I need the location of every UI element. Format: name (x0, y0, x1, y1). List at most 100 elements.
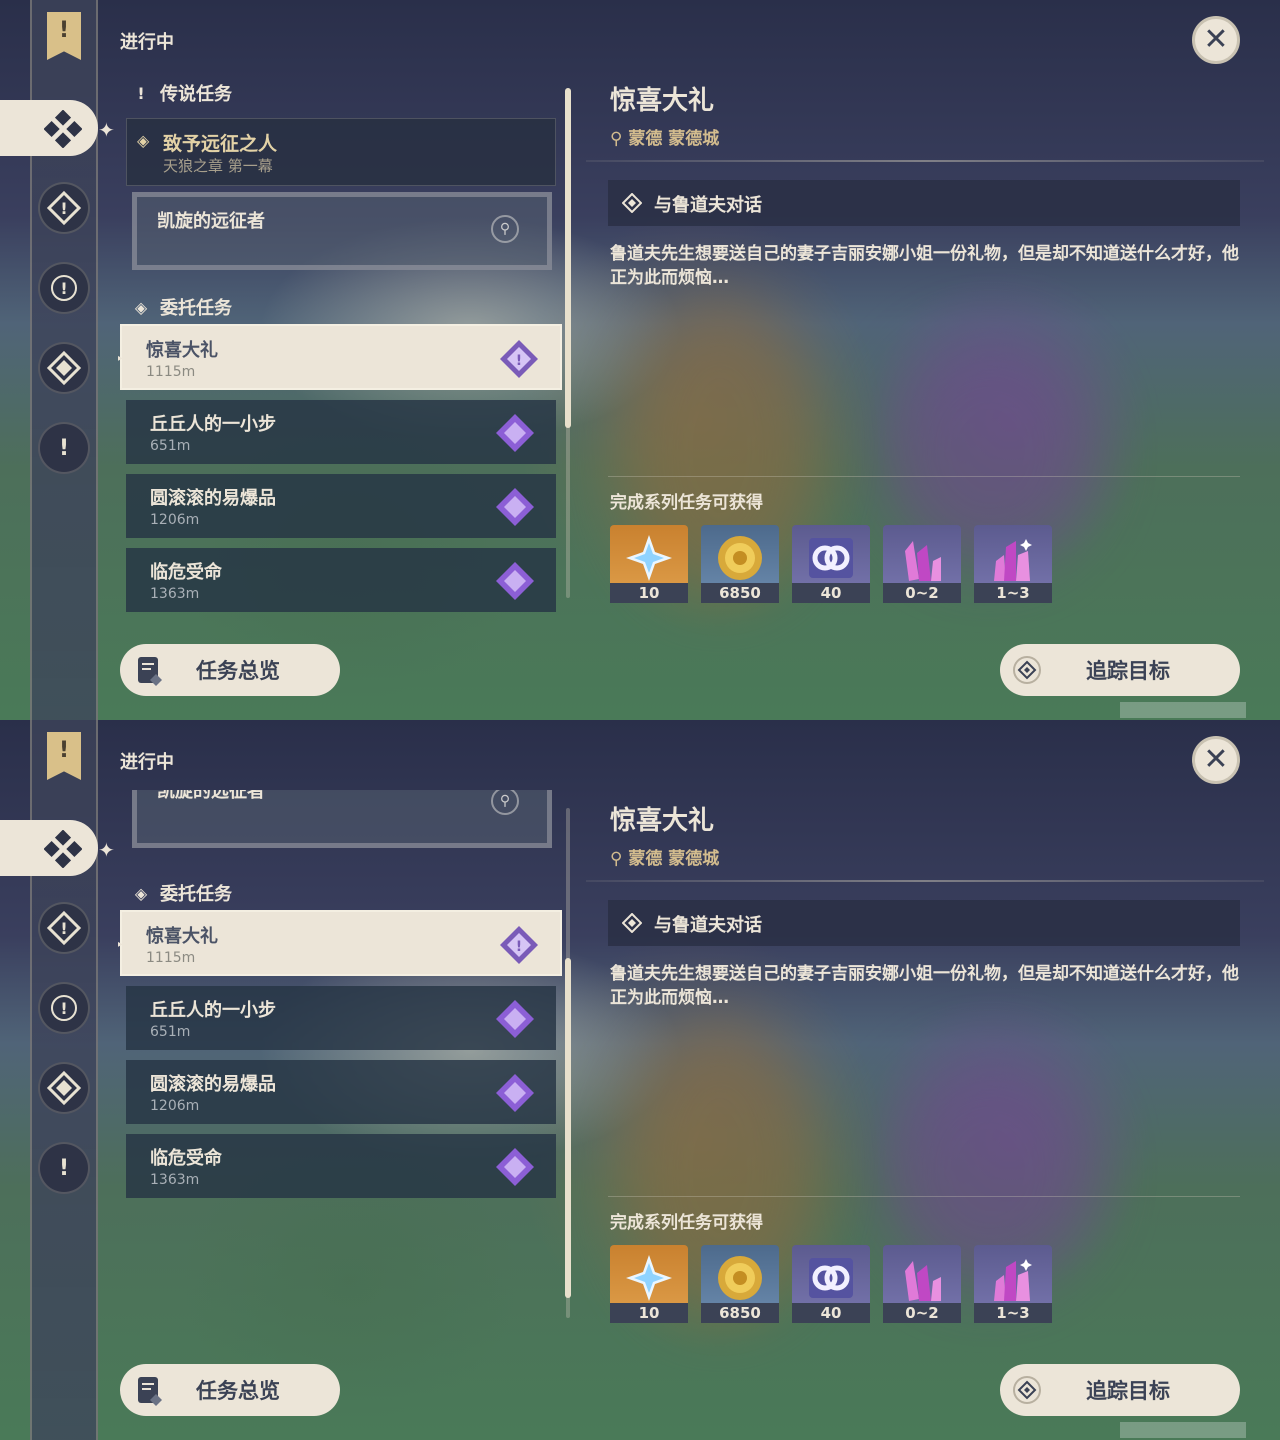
selected-arrow-icon: ▶ (118, 350, 123, 366)
subquest-name: 凯旋的远征者 (157, 790, 265, 802)
sidebar-item-world[interactable] (38, 342, 90, 394)
quest-list[interactable]: 凯旋的远征者 ⚲ ◈ 委托任务 ▶ 惊喜大礼 1115m ! 丘丘人的一小步 6… (118, 790, 568, 1340)
reward-count: 40 (792, 1303, 870, 1323)
sidebar-item-story[interactable]: ! (38, 262, 90, 314)
exclamation-icon: ! (58, 435, 70, 461)
section-commission-header: ◈ 委托任务 (132, 880, 232, 906)
svg-text:!: ! (60, 999, 67, 1018)
location-pin-icon: ⚲ (610, 849, 629, 869)
detail-location: ⚲ 蒙德 蒙德城 (610, 124, 719, 149)
sidebar-item-world[interactable] (38, 1062, 90, 1114)
reward-count: 1~3 (974, 1303, 1052, 1323)
sidebar-item-archon[interactable]: ! (38, 902, 90, 954)
quest-overview-button[interactable]: 任务总览 (120, 644, 340, 696)
close-button[interactable]: ✕ (1192, 736, 1240, 784)
header-title: 进行中 (120, 752, 174, 773)
commission-icon (44, 830, 82, 868)
quest-distance: 1363m (150, 586, 200, 602)
close-icon: ✕ (1203, 742, 1229, 777)
reward-item[interactable]: 0~2 (883, 525, 961, 603)
quest-item[interactable]: 临危受命 1363m (126, 548, 556, 612)
legend-quest-name: 致予远征之人 (163, 133, 278, 155)
crystal-cluster-icon (994, 1259, 1032, 1301)
sidebar-item-story[interactable]: ! (38, 982, 90, 1034)
quest-item[interactable]: 圆滚滚的易爆品 1206m (126, 1060, 556, 1124)
sparkle-icon: ✦ (98, 838, 115, 862)
reward-item[interactable]: 0~2 (883, 1245, 961, 1323)
commission-quest-icon (496, 562, 534, 600)
objective-icon (622, 913, 642, 933)
commission-list: ▶ 惊喜大礼 1115m ! 丘丘人的一小步 651m 圆滚滚的易爆品 1206… (118, 324, 568, 620)
legend-subquest-card[interactable]: 凯旋的远征者 ⚲ (132, 790, 552, 848)
track-icon (1013, 656, 1041, 684)
location-pin-icon[interactable]: ⚲ (491, 790, 519, 815)
quest-item[interactable]: 丘丘人的一小步 651m (126, 400, 556, 464)
story-quest-icon: ! (51, 995, 77, 1021)
sidebar-item-commission[interactable] (0, 100, 98, 156)
scroll-thumb[interactable] (565, 958, 571, 1298)
rewards-title: 完成系列任务可获得 (610, 1213, 763, 1233)
primogem-icon (626, 535, 672, 581)
quest-list-scrollbar[interactable] (565, 88, 571, 598)
reward-item[interactable]: 6850 (701, 525, 779, 603)
reward-item[interactable]: 6850 (701, 1245, 779, 1323)
reward-item[interactable]: 10 (610, 525, 688, 603)
crystal-cluster-icon (994, 539, 1032, 581)
legend-subquest-card[interactable]: 凯旋的远征者 ⚲ (132, 192, 552, 270)
track-icon (1013, 1376, 1041, 1404)
uid-strip (1120, 702, 1246, 718)
detail-divider (586, 160, 1264, 162)
crystal-chunk-icon (905, 1261, 941, 1301)
objective-icon (622, 193, 642, 213)
quest-overview-button[interactable]: 任务总览 (120, 1364, 340, 1416)
reward-count: 10 (610, 1303, 688, 1323)
quest-item[interactable]: ▶ 惊喜大礼 1115m ! (118, 324, 562, 390)
section-commission-header: ◈ 委托任务 (132, 294, 232, 320)
reward-count: 40 (792, 583, 870, 603)
track-target-button[interactable]: 追踪目标 (1000, 644, 1240, 696)
quest-distance: 1363m (150, 1172, 200, 1188)
button-label: 追踪目标 (1086, 1379, 1170, 1403)
reward-item[interactable]: 1~3 (974, 525, 1052, 603)
quest-item[interactable]: ▶ 惊喜大礼 1115m ! (118, 910, 562, 976)
reward-count: 10 (610, 583, 688, 603)
detail-location: ⚲ 蒙德 蒙德城 (610, 844, 719, 869)
legend-quest-card[interactable]: ◈ 致予远征之人 天狼之章 第一幕 (126, 118, 556, 186)
quest-name: 圆滚滚的易爆品 (150, 488, 276, 509)
commission-quest-icon (496, 1000, 534, 1038)
archon-quest-icon: ! (46, 190, 82, 226)
sidebar-item-commission[interactable] (0, 820, 98, 876)
reward-item[interactable]: 1~3 (974, 1245, 1052, 1323)
reward-count: 0~2 (883, 583, 961, 603)
reward-item[interactable]: 40 (792, 525, 870, 603)
quest-distance: 1206m (150, 1098, 200, 1114)
world-quest-icon (46, 1070, 82, 1106)
quest-item[interactable]: 丘丘人的一小步 651m (126, 986, 556, 1050)
quest-distance: 651m (150, 438, 191, 454)
reward-item[interactable]: 40 (792, 1245, 870, 1323)
sidebar-item-archon[interactable]: ! (38, 182, 90, 234)
commission-icon (44, 110, 82, 148)
close-button[interactable]: ✕ (1192, 16, 1240, 64)
section-legend-header: ! 传说任务 (132, 80, 232, 106)
rewards-list: 10 6850 40 0~2 1~3 (610, 525, 1052, 603)
reward-count: 6850 (701, 583, 779, 603)
quest-item[interactable]: 圆滚滚的易爆品 1206m (126, 474, 556, 538)
companionship-exp-icon (809, 538, 853, 578)
location-pin-icon[interactable]: ⚲ (491, 215, 519, 243)
track-target-button[interactable]: 追踪目标 (1000, 1364, 1240, 1416)
reward-count: 6850 (701, 1303, 779, 1323)
sidebar-item-events[interactable]: ! (38, 1142, 90, 1194)
quest-item[interactable]: 临危受命 1363m (126, 1134, 556, 1198)
quest-name: 临危受命 (150, 1148, 222, 1169)
quest-marker-icon: ◈ (137, 131, 150, 150)
quest-list[interactable]: ! 传说任务 ◈ 致予远征之人 天狼之章 第一幕 凯旋的远征者 ⚲ ◈ 委托任务… (118, 70, 568, 620)
sidebar-item-events[interactable]: ! (38, 422, 90, 474)
button-label: 任务总览 (196, 659, 280, 683)
quest-list-scrollbar[interactable] (565, 808, 571, 1318)
reward-item[interactable]: 10 (610, 1245, 688, 1323)
svg-text:!: ! (60, 919, 67, 938)
location-pin-icon: ⚲ (610, 129, 629, 149)
scroll-thumb[interactable] (565, 88, 571, 428)
svg-text:!: ! (60, 199, 67, 218)
